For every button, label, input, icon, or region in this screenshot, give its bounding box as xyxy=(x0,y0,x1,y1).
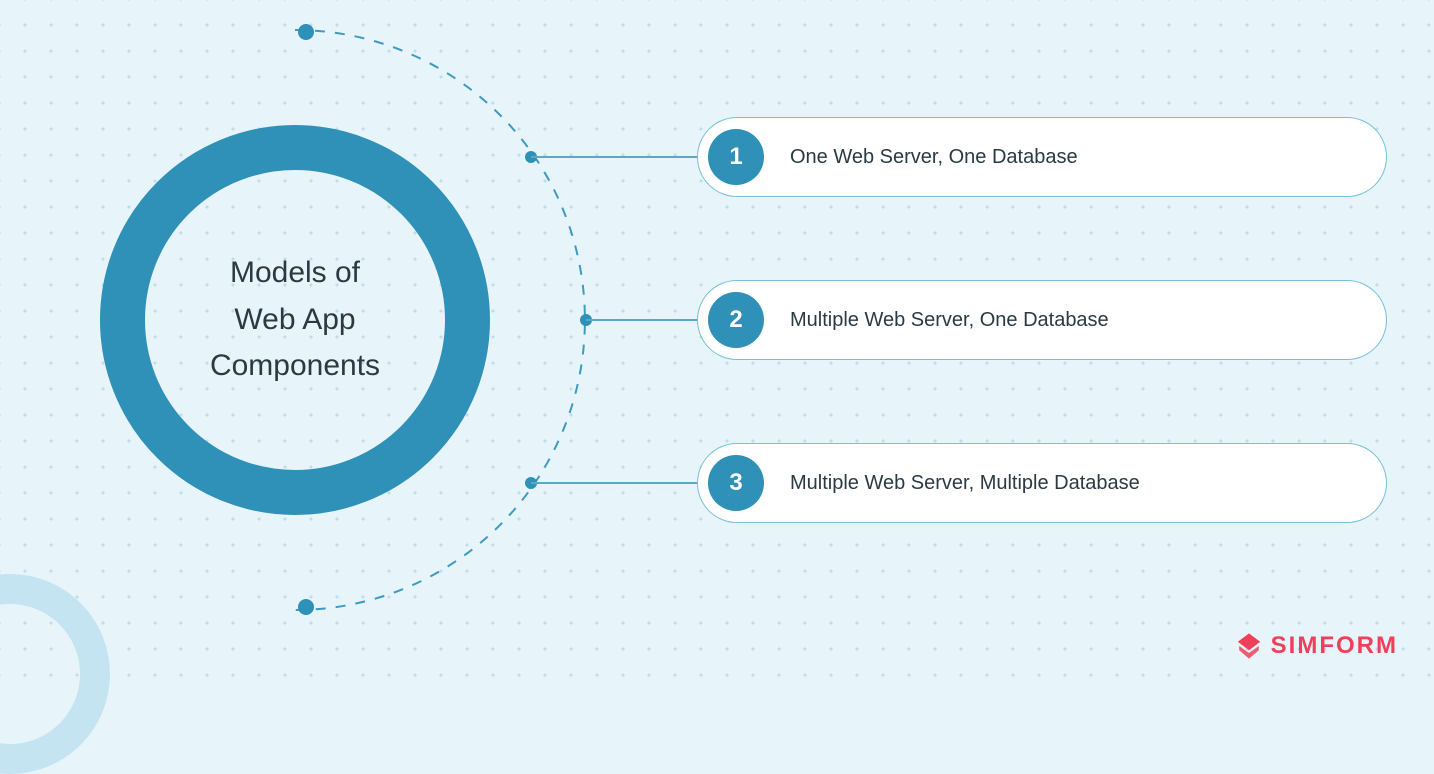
diagram-canvas: Models of Web App Components 1 One Web S… xyxy=(0,0,1434,684)
arc-dot-top xyxy=(298,24,314,40)
spoke-line-3 xyxy=(531,482,697,484)
list-item: 3 Multiple Web Server, Multiple Database xyxy=(697,443,1387,523)
brand-name: SIMFORM xyxy=(1271,632,1398,660)
item-label: Multiple Web Server, Multiple Database xyxy=(790,472,1140,495)
brand-logo: SIMFORM xyxy=(1235,632,1398,660)
arc-dot-bottom xyxy=(298,599,314,615)
hub-title: Models of Web App Components xyxy=(100,125,490,515)
hub-title-line3: Components xyxy=(210,343,380,390)
spoke-line-2 xyxy=(586,319,697,321)
item-number: 2 xyxy=(729,306,742,334)
item-label: One Web Server, One Database xyxy=(790,146,1078,169)
simform-icon xyxy=(1235,632,1263,660)
item-number-badge: 2 xyxy=(708,292,764,348)
item-number: 3 xyxy=(729,469,742,497)
list-item: 1 One Web Server, One Database xyxy=(697,117,1387,197)
hub-title-line2: Web App xyxy=(234,297,355,344)
list-item: 2 Multiple Web Server, One Database xyxy=(697,280,1387,360)
item-number: 1 xyxy=(729,143,742,171)
spoke-line-1 xyxy=(531,156,697,158)
item-label: Multiple Web Server, One Database xyxy=(790,309,1109,332)
item-number-badge: 3 xyxy=(708,455,764,511)
hub-title-line1: Models of xyxy=(230,250,360,297)
item-number-badge: 1 xyxy=(708,129,764,185)
